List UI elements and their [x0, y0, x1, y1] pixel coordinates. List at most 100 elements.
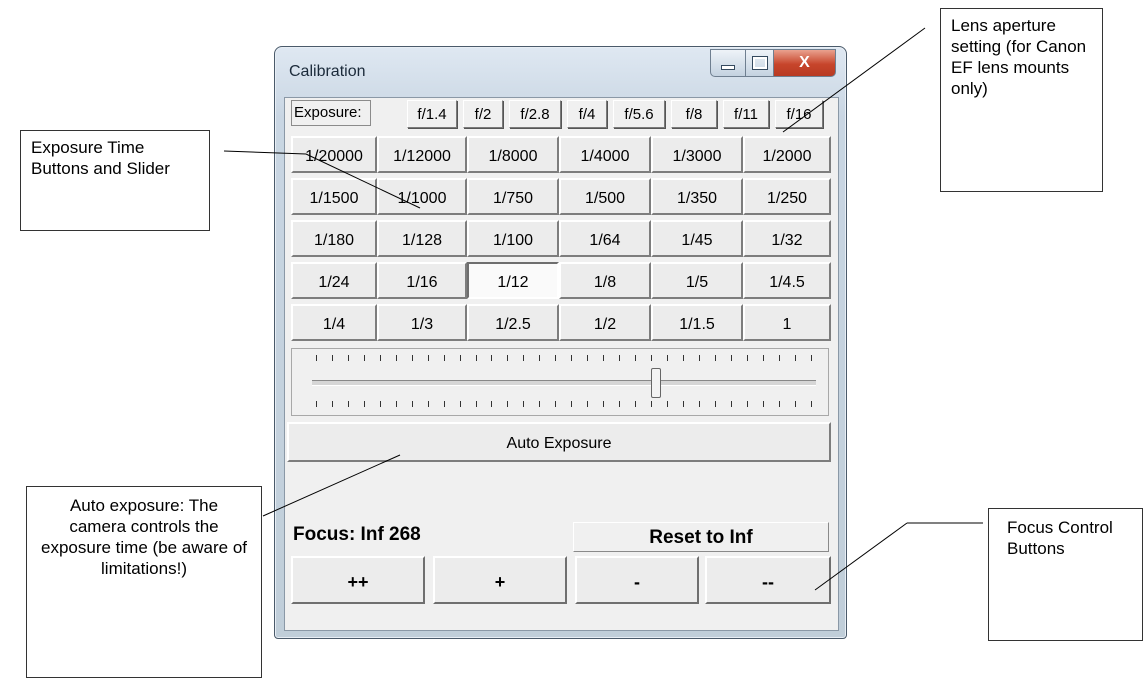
slider-tick	[778, 401, 780, 407]
slider-tick	[507, 401, 509, 407]
annotation-auto-exposure: Auto exposure: The camera controls the e…	[26, 486, 262, 678]
slider-tick	[571, 401, 573, 407]
exposure-time-button[interactable]: 1/100	[467, 220, 559, 257]
slider-tick	[427, 355, 429, 361]
aperture-button-f8[interactable]: f/8	[671, 100, 717, 128]
exposure-time-button[interactable]: 1/24	[291, 262, 377, 299]
slider-tick	[539, 401, 541, 407]
slider-tick	[331, 401, 333, 407]
exposure-time-button[interactable]: 1/1000	[377, 178, 467, 215]
focus-far-fast-button[interactable]: ++	[291, 556, 425, 604]
minimize-button[interactable]	[710, 49, 746, 77]
exposure-time-button[interactable]: 1/8	[559, 262, 651, 299]
exposure-time-button[interactable]: 1/12	[467, 262, 559, 299]
exposure-time-button[interactable]: 1/250	[743, 178, 831, 215]
slider-tick	[555, 355, 557, 361]
exposure-time-button[interactable]: 1/2.5	[467, 304, 559, 341]
slider-tick	[651, 401, 653, 407]
exposure-time-button[interactable]: 1	[743, 304, 831, 341]
exposure-time-button[interactable]: 1/32	[743, 220, 831, 257]
slider-tick	[523, 401, 525, 407]
slider-tick	[571, 355, 573, 361]
exposure-time-button[interactable]: 1/1500	[291, 178, 377, 215]
exposure-time-button[interactable]: 1/180	[291, 220, 377, 257]
slider-tick	[603, 401, 605, 407]
exposure-time-button[interactable]: 1/2	[559, 304, 651, 341]
slider-tick	[682, 355, 684, 361]
slider-tick	[475, 355, 477, 361]
exposure-time-button[interactable]: 1/500	[559, 178, 651, 215]
slider-tick	[331, 355, 333, 361]
aperture-button-f11[interactable]: f/11	[723, 100, 769, 128]
slider-tick	[443, 355, 445, 361]
exposure-time-button[interactable]: 1/20000	[291, 136, 377, 173]
slider-tick	[411, 401, 413, 407]
slider-tick	[587, 355, 589, 361]
slider-tick	[746, 355, 748, 361]
maximize-button[interactable]	[746, 49, 774, 77]
slider-tick	[459, 401, 461, 407]
title-bar[interactable]: Calibration X	[275, 47, 846, 97]
exposure-time-button[interactable]: 1/64	[559, 220, 651, 257]
window-title: Calibration	[289, 63, 366, 80]
slider-tick	[698, 355, 700, 361]
exposure-time-button[interactable]: 1/128	[377, 220, 467, 257]
slider-tick	[682, 401, 684, 407]
exposure-time-button[interactable]: 1/4	[291, 304, 377, 341]
focus-status: Focus: Inf 268	[293, 524, 421, 545]
exposure-time-button[interactable]: 1/45	[651, 220, 743, 257]
exposure-time-button[interactable]: 1/3	[377, 304, 467, 341]
exposure-time-button[interactable]: 1/750	[467, 178, 559, 215]
slider-tick	[347, 355, 349, 361]
exposure-time-button[interactable]: 1/4000	[559, 136, 651, 173]
slider-tick	[523, 355, 525, 361]
aperture-button-f1-4[interactable]: f/1.4	[407, 100, 457, 128]
exposure-time-button[interactable]: 1/8000	[467, 136, 559, 173]
slider-tick	[427, 401, 429, 407]
slider-tick	[491, 401, 493, 407]
focus-near-fast-button[interactable]: --	[705, 556, 831, 604]
aperture-button-f4[interactable]: f/4	[567, 100, 607, 128]
client-area: Exposure: f/1.4 f/2 f/2.8 f/4 f/5.6 f/8 f/11 f/…	[284, 97, 839, 631]
exposure-time-button[interactable]: 1/1.5	[651, 304, 743, 341]
aperture-button-f2[interactable]: f/2	[463, 100, 503, 128]
slider-tick	[794, 401, 796, 407]
slider-tick	[395, 355, 397, 361]
exposure-time-button[interactable]: 1/350	[651, 178, 743, 215]
auto-exposure-button[interactable]: Auto Exposure	[287, 422, 831, 462]
exposure-time-button[interactable]: 1/3000	[651, 136, 743, 173]
slider-tick	[587, 401, 589, 407]
aperture-button-f16[interactable]: f/16	[775, 100, 823, 128]
slider-tick	[363, 355, 365, 361]
slider-tick	[379, 355, 381, 361]
focus-near-button[interactable]: -	[575, 556, 699, 604]
slider-track[interactable]	[312, 380, 816, 386]
exposure-time-button[interactable]: 1/5	[651, 262, 743, 299]
aperture-row: Exposure: f/1.4 f/2 f/2.8 f/4 f/5.6 f/8 f/11 f/…	[291, 100, 833, 130]
exposure-time-button[interactable]: 1/2000	[743, 136, 831, 173]
aperture-button-f2-8[interactable]: f/2.8	[509, 100, 561, 128]
annotation-exposure-time: Exposure Time Buttons and Slider	[20, 130, 210, 231]
slider-tick	[746, 401, 748, 407]
slider-tick	[619, 401, 621, 407]
exposure-slider[interactable]	[291, 348, 829, 416]
slider-tick	[395, 401, 397, 407]
slider-tick	[363, 401, 365, 407]
close-button[interactable]: X	[774, 49, 836, 77]
slider-tick	[316, 401, 317, 407]
slider-thumb[interactable]	[651, 368, 662, 398]
exposure-time-button[interactable]: 1/16	[377, 262, 467, 299]
slider-tick	[778, 355, 780, 361]
reset-to-inf-button[interactable]: Reset to Inf	[573, 522, 829, 552]
aperture-button-f5-6[interactable]: f/5.6	[613, 100, 665, 128]
exposure-label: Exposure:	[291, 100, 371, 126]
slider-tick	[491, 355, 493, 361]
slider-tick	[810, 401, 812, 407]
slider-tick	[539, 355, 541, 361]
window-controls: X	[710, 49, 836, 77]
exposure-time-button[interactable]: 1/4.5	[743, 262, 831, 299]
exposure-time-button[interactable]: 1/12000	[377, 136, 467, 173]
slider-tick	[762, 401, 764, 407]
focus-far-button[interactable]: +	[433, 556, 567, 604]
slider-tick	[411, 355, 413, 361]
